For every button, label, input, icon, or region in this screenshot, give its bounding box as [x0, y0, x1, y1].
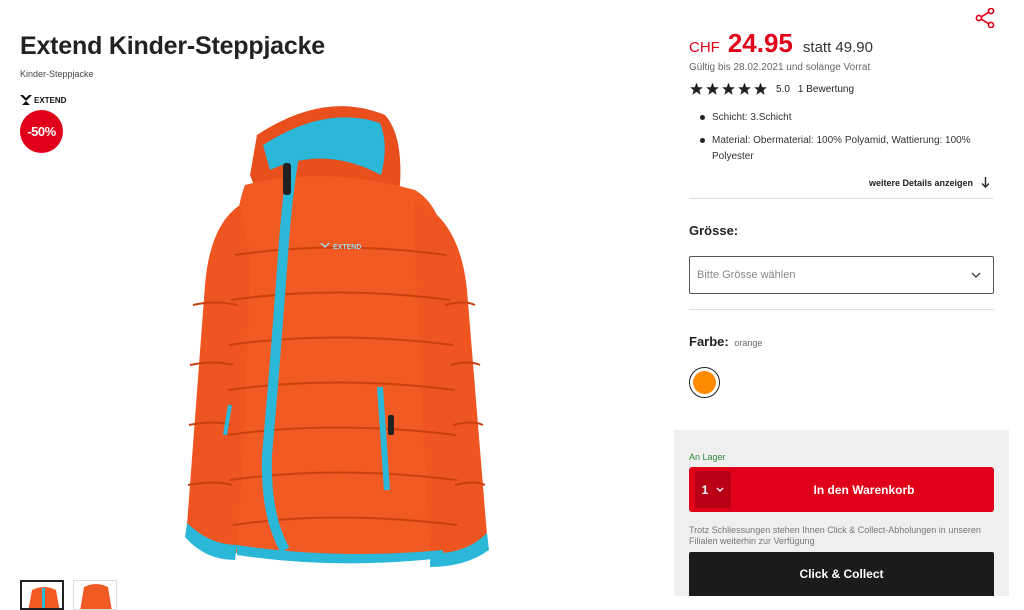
feature-list: Schicht: 3.Schicht Material: Obermateria… [698, 110, 988, 172]
star-icon [690, 82, 703, 95]
rating-stars [689, 82, 768, 96]
rating[interactable]: 5.0 1 Bewertung [689, 82, 854, 96]
star-icon [722, 82, 735, 95]
brand-logo-icon [20, 95, 32, 105]
more-details-label: weitere Details anzeigen [868, 177, 973, 188]
price-validity: Gültig bis 28.02.2021 und solange Vorrat [689, 62, 871, 73]
price-row: CHF 24.95 statt 49.90 [689, 28, 873, 59]
divider [689, 309, 994, 310]
thumbnail-back[interactable] [73, 580, 117, 610]
cart-bar: 1 In den Warenkorb [689, 467, 994, 512]
discount-badge: -50% [20, 110, 63, 153]
product-subtitle: Kinder-Steppjacke [20, 69, 94, 79]
chevron-down-icon [971, 272, 981, 278]
price-value: 24.95 [727, 28, 793, 58]
feature-item: Schicht: 3.Schicht [698, 110, 988, 126]
old-price: statt 49.90 [802, 39, 873, 56]
thumbnail-list [20, 580, 117, 610]
color-swatch-orange[interactable] [689, 367, 720, 398]
page-title: Extend Kinder-Steppjacke [20, 32, 326, 60]
color-value: orange [734, 338, 763, 348]
brand-logo[interactable]: EXTEND [20, 95, 66, 105]
swatch-fill [693, 371, 716, 394]
price-currency: CHF [689, 39, 720, 56]
share-icon[interactable] [974, 7, 996, 29]
cart-panel: An Lager 1 In den Warenkorb Trotz Schlie… [674, 430, 1009, 596]
add-to-cart-button[interactable]: In den Warenkorb [734, 467, 994, 512]
click-collect-button[interactable]: Click & Collect [689, 552, 994, 596]
color-label-row: Farbe: orange [689, 334, 762, 349]
click-collect-notice: Trotz Schliessungen stehen Ihnen Click &… [689, 525, 981, 546]
size-label: Grösse: [689, 223, 739, 238]
quantity-value: 1 [701, 482, 709, 497]
feature-item: Material: Obermaterial: 100% Polyamid, W… [698, 133, 988, 165]
size-select[interactable]: Bitte Grösse wählen [689, 256, 994, 294]
divider [689, 198, 994, 199]
star-icon [738, 82, 751, 95]
stock-status: An Lager [689, 452, 726, 462]
quantity-select[interactable]: 1 [695, 471, 731, 508]
rating-reviews[interactable]: 1 Bewertung [798, 84, 854, 95]
arrow-down-icon [981, 177, 990, 188]
rating-score: 5.0 [776, 83, 790, 95]
star-icon [706, 82, 719, 95]
chevron-down-icon [716, 487, 724, 492]
svg-text:EXTEND: EXTEND [333, 244, 361, 251]
product-image[interactable]: EXTEND [175, 105, 505, 570]
brand-name: EXTEND [34, 95, 67, 105]
size-placeholder: Bitte Grösse wählen [697, 269, 796, 281]
color-label: Farbe: [689, 334, 729, 349]
star-icon [754, 82, 767, 95]
more-details-link[interactable]: weitere Details anzeigen [869, 177, 990, 188]
thumbnail-front[interactable] [20, 580, 64, 610]
